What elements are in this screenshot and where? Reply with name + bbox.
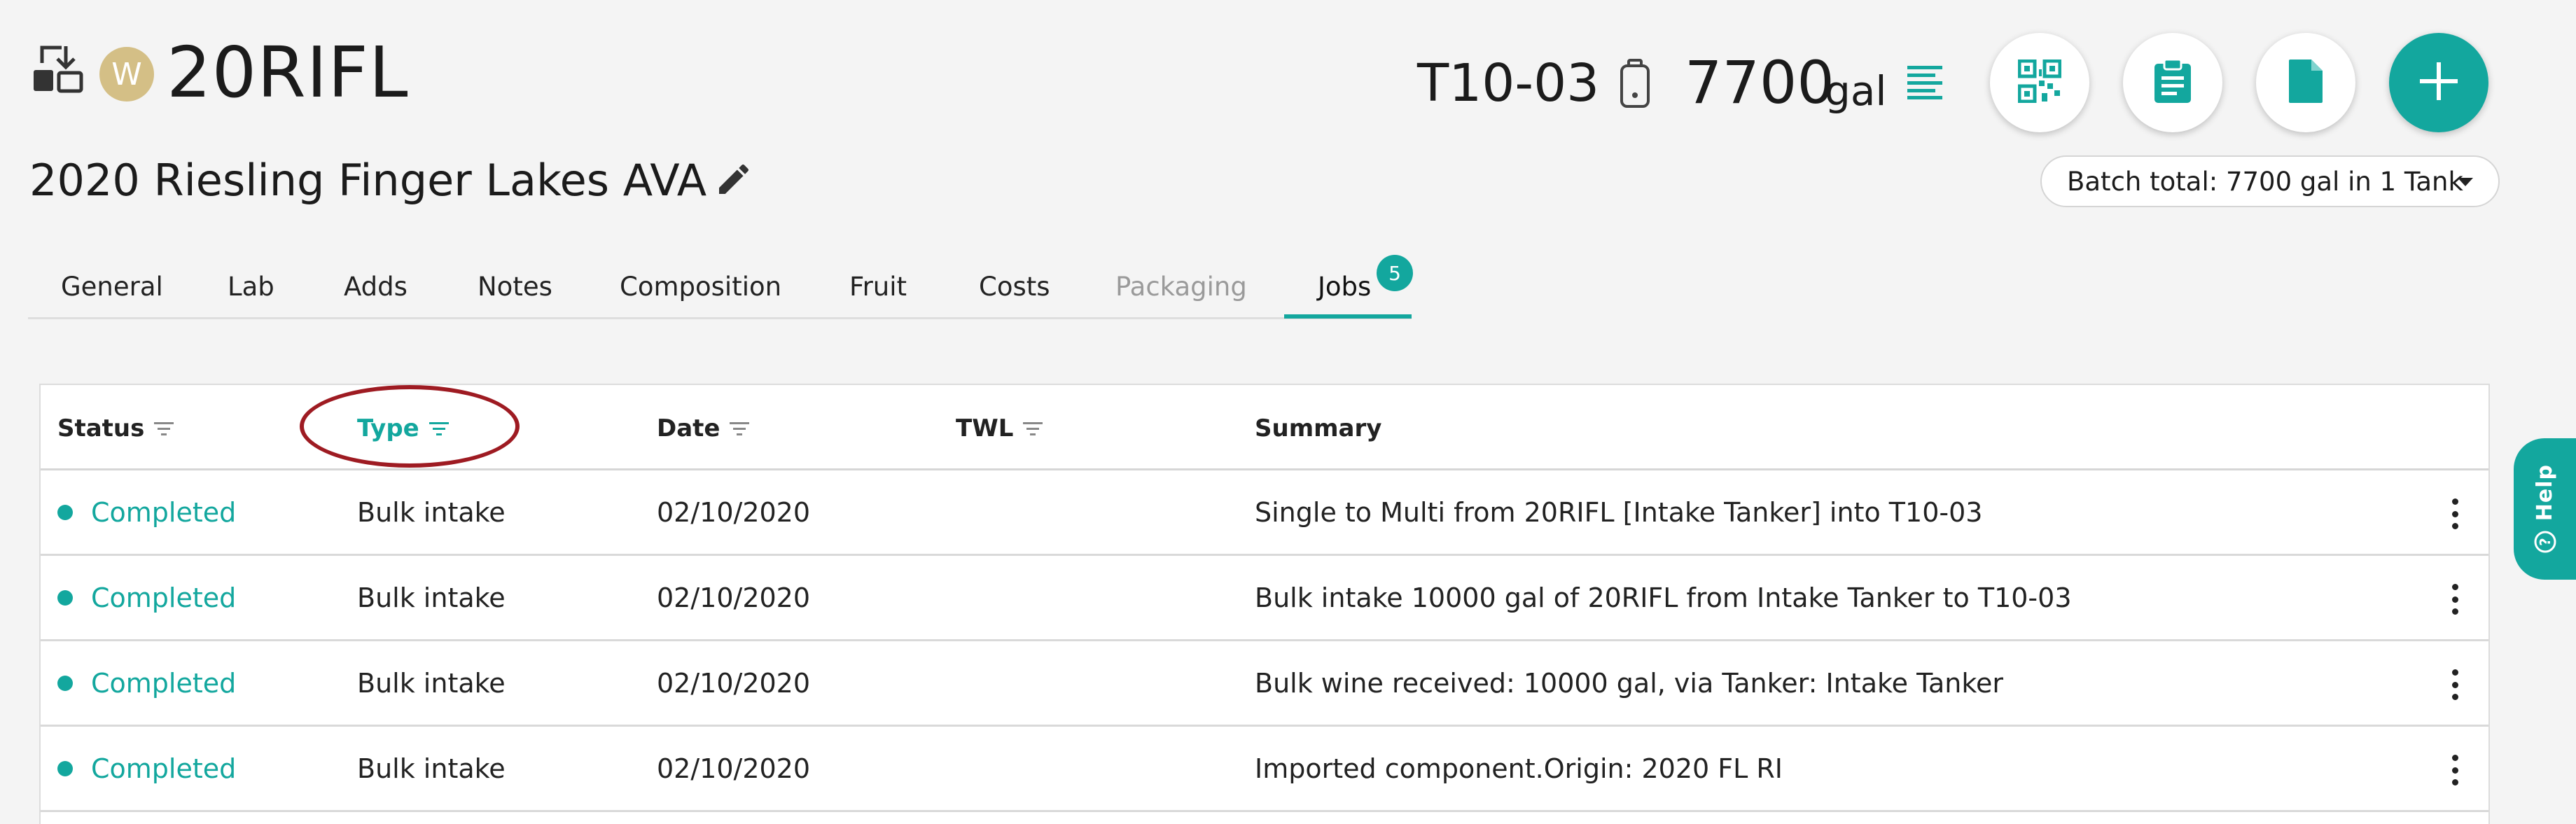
pencil-icon[interactable] <box>714 160 753 199</box>
active-tab-indicator <box>1284 314 1412 319</box>
status-text: Completed <box>91 582 237 613</box>
kebab-menu-icon[interactable] <box>2451 669 2459 700</box>
batch-total-label: Batch total: 7700 gal in 1 Tank <box>2067 166 2463 197</box>
date-cell: 02/10/2020 <box>657 668 811 699</box>
status-dot <box>57 761 73 776</box>
volume-unit: gal <box>1825 67 1887 115</box>
date-cell: 02/10/2020 <box>657 582 811 613</box>
status-dot <box>57 505 73 520</box>
column-header-label: TWL <box>956 414 1014 442</box>
column-header-label: Date <box>657 414 720 442</box>
qr-code-button[interactable] <box>1990 33 2089 132</box>
type-cell: Bulk intake <box>357 753 506 784</box>
table-row[interactable]: Completed Bulk intake 02/10/2020 Bulk in… <box>41 556 2488 641</box>
summary-cell: Bulk wine received: 10000 gal, via Tanke… <box>1255 668 2004 699</box>
jobs-count-badge: 5 <box>1377 255 1413 291</box>
caret-down-icon <box>2458 178 2473 186</box>
batch-transfer-icon[interactable] <box>31 42 87 98</box>
table-row[interactable]: Completed Bulk intake 02/10/2020 Single … <box>41 470 2488 556</box>
batch-total-dropdown[interactable]: Batch total: 7700 gal in 1 Tank <box>2040 155 2500 207</box>
summary-cell: Single to Multi from 20RIFL [Intake Tank… <box>1255 497 1983 528</box>
status-text: Completed <box>91 753 237 784</box>
jobs-table: Status Type Date TWL Summary Completed B… <box>39 384 2490 824</box>
plus-icon <box>2418 61 2459 104</box>
add-button[interactable] <box>2389 33 2488 132</box>
tab-composition[interactable]: Composition <box>620 272 781 302</box>
status-dot <box>57 590 73 606</box>
help-label: Help <box>2533 464 2557 522</box>
help-circle-icon: ? <box>2534 531 2556 553</box>
filter-icon[interactable] <box>154 421 174 436</box>
clipboard-button[interactable] <box>2123 33 2222 132</box>
column-header-label: Summary <box>1255 414 1382 442</box>
tank-icon <box>1619 59 1651 109</box>
column-header-label: Status <box>57 414 145 442</box>
summary-cell: Bulk intake 10000 gal of 20RIFL from Int… <box>1255 582 2072 613</box>
tab-costs[interactable]: Costs <box>979 272 1050 302</box>
status-cell: Completed <box>57 753 236 784</box>
date-cell: 02/10/2020 <box>657 753 811 784</box>
tank-code[interactable]: T10-03 <box>1417 52 1599 115</box>
annotation-circle <box>300 385 520 468</box>
type-cell: Bulk intake <box>357 668 506 699</box>
qr-code-icon <box>2017 59 2062 106</box>
summary-cell: Imported component.Origin: 2020 FL RI <box>1255 753 1783 784</box>
tab-general[interactable]: General <box>61 272 163 302</box>
status-text: Completed <box>91 497 237 528</box>
batch-code: 20RIFL <box>167 32 409 113</box>
status-cell: Completed <box>57 668 236 699</box>
tab-notes[interactable]: Notes <box>478 272 552 302</box>
tab-fruit[interactable]: Fruit <box>849 272 907 302</box>
document-button[interactable] <box>2256 33 2355 132</box>
filter-icon[interactable] <box>1023 421 1043 436</box>
tab-bar: General Lab Adds Notes Composition Fruit… <box>28 252 1412 319</box>
status-cell: Completed <box>57 497 236 528</box>
text-lines-icon[interactable] <box>1906 64 1945 99</box>
tab-jobs[interactable]: Jobs <box>1318 272 1371 302</box>
filter-icon[interactable] <box>730 421 750 436</box>
table-row[interactable]: Completed Bulk intake 02/10/2020 Bulk wi… <box>41 641 2488 727</box>
document-icon <box>2288 58 2324 107</box>
help-button[interactable]: Help ? <box>2514 438 2576 580</box>
svg-text:?: ? <box>2537 538 2554 546</box>
table-row[interactable]: Completed Bulk intake 02/10/2020 Importe… <box>41 727 2488 812</box>
column-header-date[interactable]: Date <box>657 414 750 442</box>
status-text: Completed <box>91 668 237 699</box>
column-header-status[interactable]: Status <box>57 414 174 442</box>
tab-lab[interactable]: Lab <box>228 272 274 302</box>
status-cell: Completed <box>57 582 236 613</box>
clipboard-icon <box>2153 58 2192 107</box>
avatar: W <box>99 47 154 102</box>
tab-adds[interactable]: Adds <box>344 272 408 302</box>
kebab-menu-icon[interactable] <box>2451 498 2459 529</box>
table-header: Status Type Date TWL Summary <box>41 385 2488 470</box>
column-header-summary: Summary <box>1255 414 1381 442</box>
kebab-menu-icon[interactable] <box>2451 755 2459 785</box>
kebab-menu-icon[interactable] <box>2451 584 2459 615</box>
date-cell: 02/10/2020 <box>657 497 811 528</box>
type-cell: Bulk intake <box>357 582 506 613</box>
page-title: 2020 Riesling Finger Lakes AVA <box>29 155 707 206</box>
type-cell: Bulk intake <box>357 497 506 528</box>
volume-value: 7700 <box>1685 48 1834 117</box>
column-header-twl[interactable]: TWL <box>956 414 1043 442</box>
status-dot <box>57 676 73 691</box>
tab-packaging: Packaging <box>1115 272 1247 302</box>
